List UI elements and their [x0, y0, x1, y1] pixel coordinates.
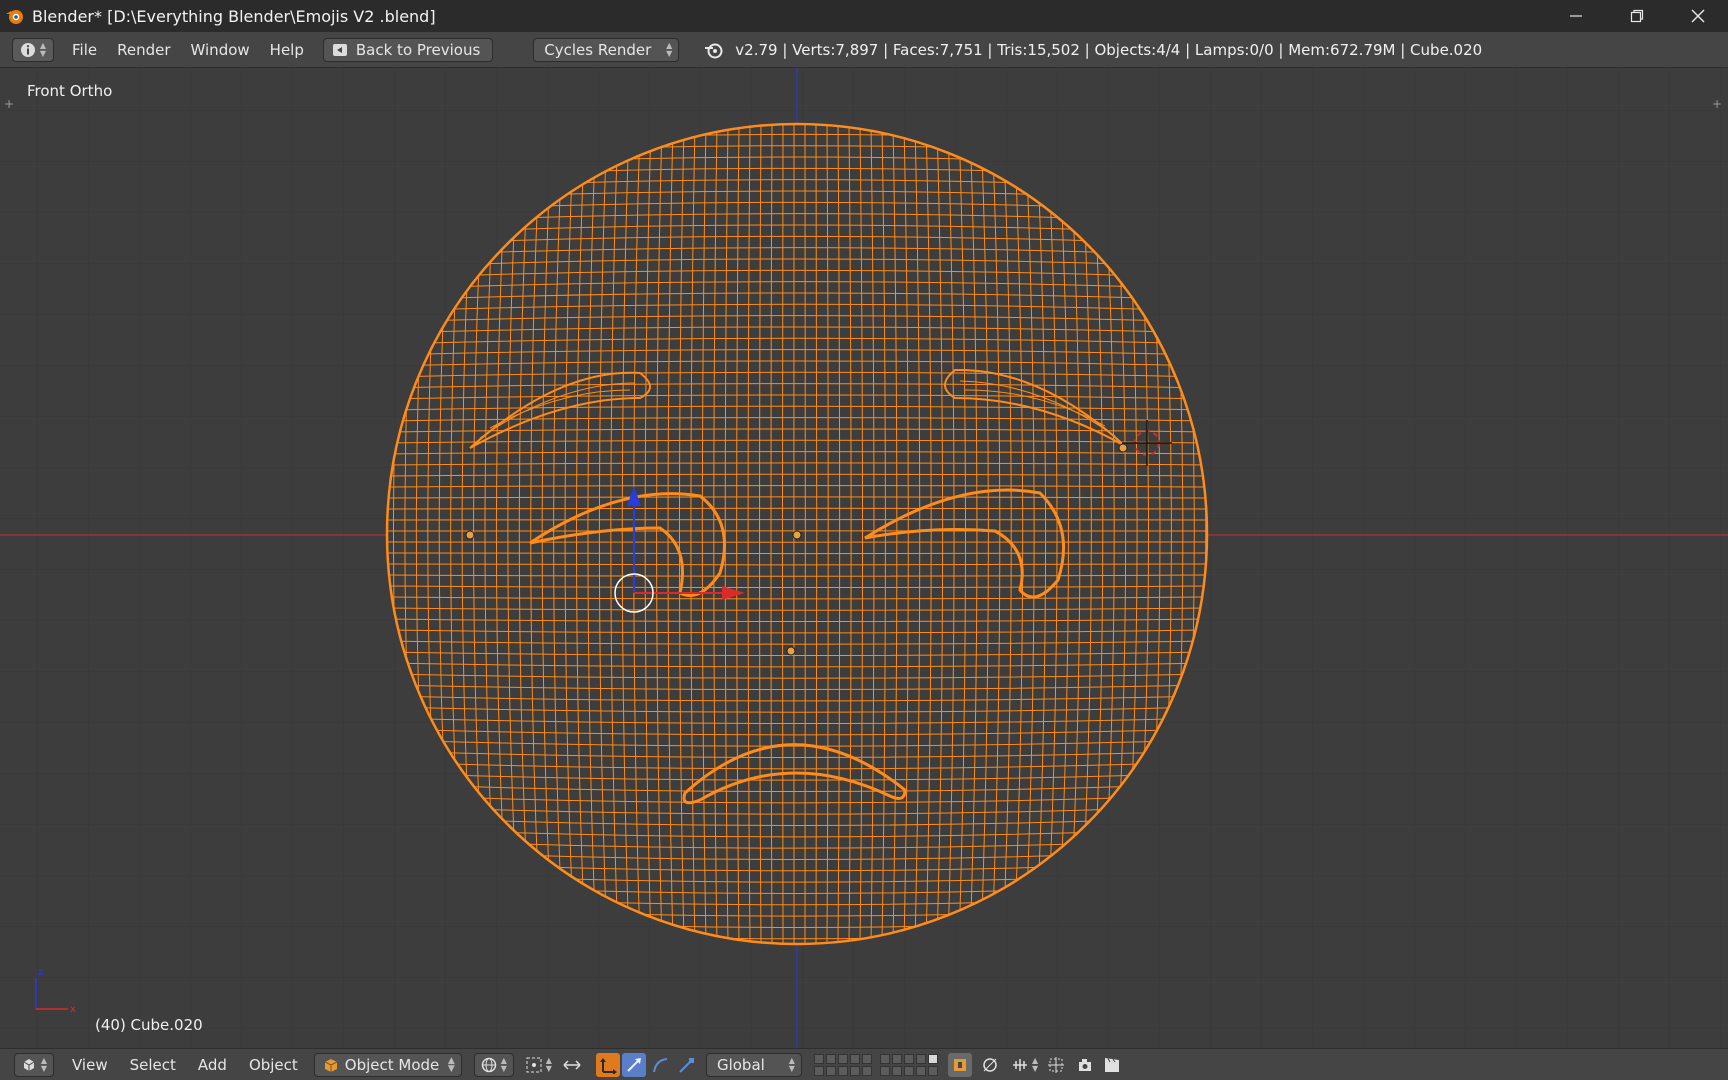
menu-help[interactable]: Help: [270, 41, 304, 59]
close-icon[interactable]: [1667, 0, 1728, 32]
lock-camera-icon[interactable]: [947, 1052, 972, 1077]
menu-add[interactable]: Add: [198, 1056, 227, 1074]
3d-view-icon: [23, 1058, 35, 1071]
render-camera-icon[interactable]: [1074, 1053, 1098, 1077]
back-to-previous-button[interactable]: Back to Previous: [322, 37, 494, 62]
object-origin[interactable]: [465, 530, 475, 540]
restore-icon[interactable]: [1606, 0, 1667, 32]
viewport-canvas[interactable]: z x: [0, 68, 1728, 1048]
menu-window[interactable]: Window: [191, 41, 250, 59]
render-animation-icon[interactable]: [1100, 1053, 1124, 1077]
updown-arrows-icon: ▲ ▼: [40, 1055, 48, 1073]
3d-view-header: ▲ ▼ View Select Add Object Object Mode ▲ ▼…: [0, 1048, 1728, 1080]
viewport-shading-button[interactable]: ▲ ▼: [473, 1052, 514, 1077]
minimize-icon[interactable]: [1545, 0, 1606, 32]
editor-type-button[interactable]: ▲ ▼: [12, 37, 54, 62]
render-engine-select[interactable]: Cycles Render ▲ ▼: [533, 37, 680, 62]
svg-text:z: z: [38, 967, 43, 978]
menu-view[interactable]: View: [72, 1056, 108, 1074]
manipulator-toggle-icon[interactable]: [560, 1053, 584, 1077]
scene-statistics: v2.79 | Verts:7,897 | Faces:7,751 | Tris…: [735, 40, 1483, 59]
render-engine-value: Cycles Render: [544, 40, 652, 59]
snap-element-icon[interactable]: [1044, 1053, 1068, 1077]
transform-orientation-value: Global: [716, 1055, 765, 1074]
back-to-previous-label: Back to Previous: [355, 40, 481, 59]
snap-icon[interactable]: [1008, 1053, 1032, 1077]
updown-arrows-icon: ▲ ▼: [545, 1055, 552, 1073]
object-origin[interactable]: [792, 530, 802, 540]
info-icon: [20, 42, 35, 57]
region-expand-right-icon[interactable]: +: [1711, 98, 1723, 110]
arc-tool-icon[interactable]: [648, 1053, 672, 1077]
menu-select[interactable]: Select: [130, 1056, 176, 1074]
info-header: ▲ ▼ File Render Window Help Back to Previ…: [0, 32, 1728, 68]
layer-buttons[interactable]: [879, 1053, 938, 1076]
scale-manipulator-icon[interactable]: [674, 1053, 698, 1077]
interaction-mode-value: Object Mode: [344, 1055, 440, 1074]
editor-type-button[interactable]: ▲ ▼: [14, 1052, 54, 1077]
view-name-label: Front Ortho: [27, 82, 113, 100]
blender-logo-icon: [703, 39, 725, 61]
object-mode-icon: [324, 1058, 338, 1072]
updown-arrows-icon: ▲ ▼: [39, 40, 47, 58]
menu-file[interactable]: File: [72, 41, 97, 59]
updown-arrows-icon: ▲ ▼: [1031, 1055, 1039, 1073]
3d-viewport[interactable]: z x + + Front Ortho (40) Cube.020: [0, 68, 1728, 1048]
window-title-bar: Blender* [D:\Everything Blender\Emojis V…: [0, 0, 1728, 32]
shading-sphere-icon: [481, 1057, 496, 1072]
back-icon: [332, 43, 347, 56]
region-expand-left-icon[interactable]: +: [3, 98, 15, 110]
rotate-manipulator-icon[interactable]: [621, 1052, 646, 1077]
updown-arrows-icon: ▲ ▼: [788, 1055, 795, 1073]
updown-arrows-icon: ▲ ▼: [666, 40, 673, 58]
pivot-point-icon[interactable]: [522, 1053, 546, 1077]
transform-orientation-select[interactable]: Global ▲ ▼: [705, 1052, 802, 1077]
object-origin[interactable]: [786, 646, 796, 656]
interaction-mode-select[interactable]: Object Mode ▲ ▼: [313, 1052, 462, 1077]
active-object-label: (40) Cube.020: [95, 1016, 203, 1034]
translate-manipulator-icon[interactable]: [595, 1052, 620, 1077]
menu-object[interactable]: Object: [249, 1056, 298, 1074]
updown-arrows-icon: ▲ ▼: [447, 1055, 455, 1074]
updown-arrows-icon: ▲ ▼: [500, 1055, 507, 1073]
layer-buttons[interactable]: [813, 1053, 872, 1076]
svg-text:x: x: [70, 1004, 76, 1015]
menu-render[interactable]: Render: [117, 41, 170, 59]
object-origin[interactable]: [1118, 443, 1128, 453]
proportional-editing-icon[interactable]: [978, 1053, 1002, 1077]
blender-logo-icon: [4, 5, 26, 27]
window-title: Blender* [D:\Everything Blender\Emojis V…: [32, 6, 436, 26]
